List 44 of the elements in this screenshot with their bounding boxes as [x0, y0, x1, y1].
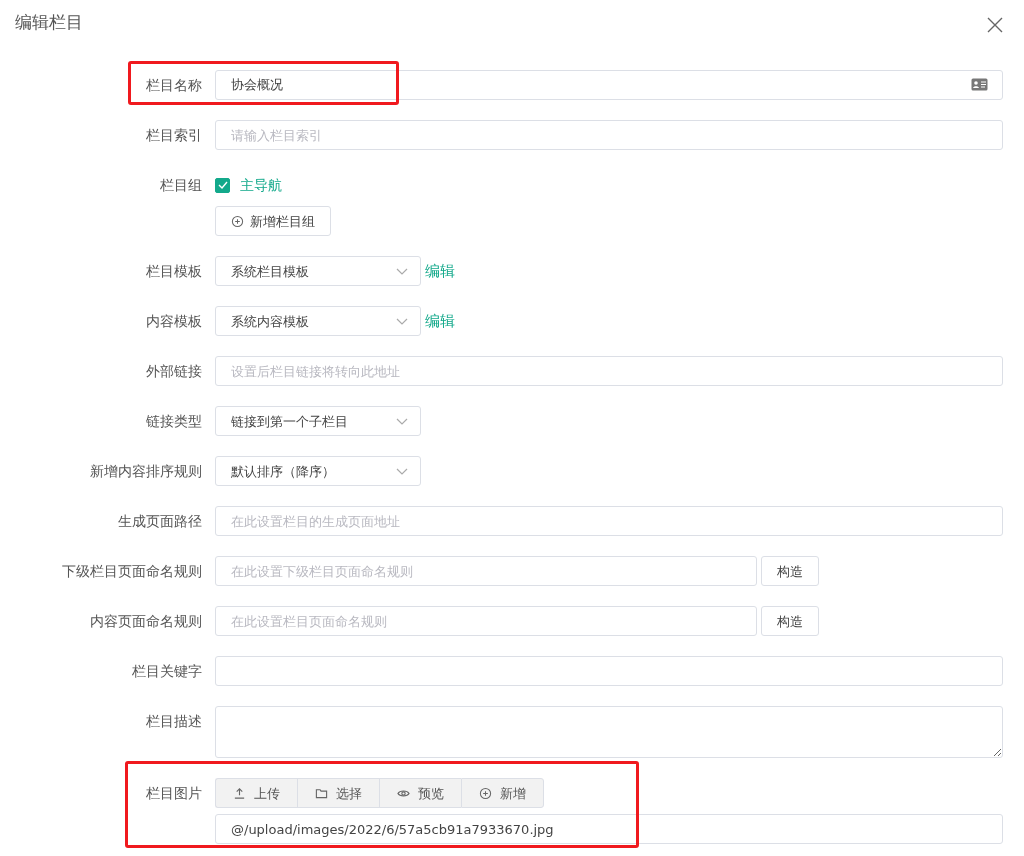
chevron-down-icon [396, 417, 408, 425]
field-label: 内容模板 [145, 312, 203, 332]
chevron-down-icon [396, 317, 408, 325]
field-label: 栏目名称 [145, 76, 203, 96]
check-icon [217, 181, 228, 190]
field-label: 栏目关键字 [131, 662, 203, 682]
toolbar-button[interactable]: 预览 [379, 778, 461, 809]
toolbar-button[interactable]: 上传 [215, 778, 297, 809]
field-label: 内容页面命名规则 [89, 612, 203, 632]
chevron-down-icon [396, 267, 408, 275]
field-label: 栏目描述 [145, 712, 203, 732]
upload-icon [233, 786, 246, 800]
text-field[interactable]: 在此设置下级栏目页面命名规则 [215, 556, 757, 587]
field-label: 生成页面路径 [117, 512, 203, 532]
text-field[interactable]: 在此设置栏目的生成页面地址 [215, 506, 1003, 537]
field-label: 栏目图片 [145, 784, 203, 804]
field-label: 链接类型 [145, 412, 203, 432]
field-label: 栏目模板 [145, 262, 203, 282]
field-label: 新增内容排序规则 [89, 462, 203, 482]
text-field[interactable]: 协会概况 [215, 70, 1003, 101]
field-label: 栏目组 [159, 176, 203, 196]
folder-icon [315, 786, 328, 800]
field-label: 下级栏目页面命名规则 [61, 562, 203, 582]
text-field[interactable]: 在此设置栏目页面命名规则 [215, 606, 757, 637]
select-field[interactable]: 链接到第一个子栏目 [215, 406, 421, 437]
select-field[interactable]: 默认排序（降序） [215, 456, 421, 487]
text-field[interactable] [215, 656, 1003, 687]
field-label: 外部链接 [145, 362, 203, 382]
text-field[interactable]: @/upload/images/2022/6/57a5cb91a7933670.jpg [215, 814, 1003, 845]
text-field[interactable]: 请输入栏目索引 [215, 120, 1003, 151]
construct-button[interactable]: 构造 [761, 556, 819, 587]
text-field[interactable]: 设置后栏目链接将转向此地址 [215, 356, 1003, 387]
dialog-title: 编辑栏目 [15, 12, 83, 33]
add-group-button[interactable]: 新增栏目组 [215, 206, 331, 237]
field-label: 栏目索引 [145, 126, 203, 146]
construct-button[interactable]: 构造 [761, 606, 819, 637]
textarea-field[interactable] [215, 706, 1003, 759]
select-field[interactable]: 系统内容模板 [215, 306, 421, 337]
plus-circle-icon [479, 786, 492, 800]
toolbar-button[interactable]: 新增 [461, 778, 544, 809]
select-field[interactable]: 系统栏目模板 [215, 256, 421, 287]
toolbar-button[interactable]: 选择 [297, 778, 379, 809]
plus-circle-icon [231, 214, 244, 228]
chevron-down-icon [396, 467, 408, 475]
